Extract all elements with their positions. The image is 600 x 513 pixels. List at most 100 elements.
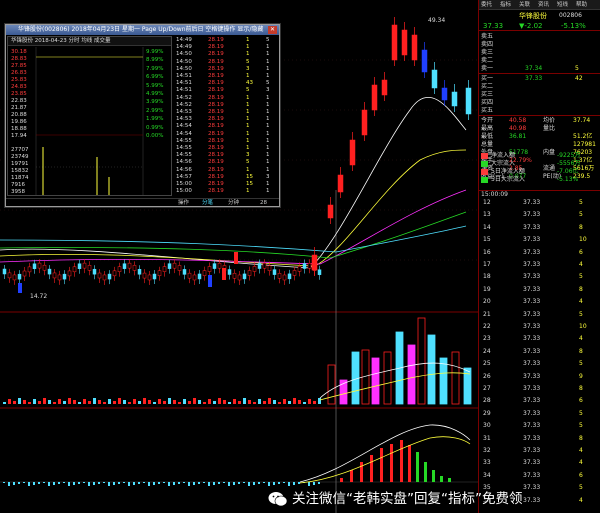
tick-row: 17 37.33 4 — [479, 261, 600, 269]
tick-row: 30 37.33 5 — [479, 422, 600, 430]
macd-bar — [3, 482, 5, 483]
tick-price: 37.33 — [523, 397, 541, 405]
macd-bar — [98, 482, 100, 484]
volume-bar — [318, 398, 321, 404]
tick-volume: 4 — [579, 447, 583, 454]
candle-body — [32, 263, 37, 270]
volume-bar — [193, 398, 196, 404]
tick-time: 15 — [483, 236, 491, 244]
macd-bar — [273, 482, 275, 485]
order-level-label: 买三 — [481, 91, 494, 98]
macd-bar — [183, 482, 185, 483]
footer-tab-ops[interactable]: 操作 — [178, 199, 189, 208]
tick-volume: 5 — [579, 273, 583, 281]
volume-bar — [273, 400, 276, 404]
footer-tab-ticks[interactable]: 分笔 — [202, 199, 213, 208]
order-level-label: 买二 — [481, 83, 494, 90]
candle-body — [2, 268, 7, 275]
stock-title-row: 华锋股份 002806 — [479, 11, 600, 21]
volume-bar — [218, 398, 221, 404]
last-price: 37.33 — [483, 22, 504, 30]
candle-body — [272, 269, 277, 275]
tick-price: 37.33 — [523, 422, 541, 430]
price-change: ▼-2.02 — [519, 22, 543, 30]
volume-bar — [123, 400, 126, 404]
candle-body — [122, 263, 127, 269]
volume-bar — [38, 401, 41, 404]
volume-bar — [417, 317, 426, 405]
stat-row: 最高 40.98 量比 — [479, 125, 600, 133]
tick-row: 31 37.33 8 — [479, 435, 600, 443]
tick-time: 29 — [483, 409, 491, 417]
fund-flow-label: 5日大宗流入 — [491, 176, 525, 183]
macd-bar — [103, 482, 105, 483]
tick-volume: 5 — [579, 360, 583, 368]
popup-title[interactable]: 华锋股份(002806) 2018年04月23日 星期一 Page Up/Dow… — [6, 25, 279, 35]
menu-item[interactable]: 短线 — [557, 0, 568, 10]
menu-item[interactable]: 帮助 — [576, 0, 587, 10]
candle-body — [391, 24, 398, 61]
candle-body — [262, 262, 267, 269]
macd-bar — [208, 482, 210, 486]
candle-body — [317, 269, 322, 275]
min-price-label: 14.72 — [30, 293, 47, 300]
intraday-chart: 华锋股份 2018-04-23 分时 均线 成交量 30.18 28.83 27.8… — [7, 36, 172, 196]
menu-item[interactable]: 关联 — [519, 0, 530, 10]
volume-bar — [158, 399, 161, 404]
volume-bar — [313, 401, 316, 404]
price-change-pct: -5.13% — [561, 22, 586, 30]
volume-bar — [208, 399, 211, 404]
volume-bar — [3, 402, 6, 404]
stat-value: 40.98 — [509, 125, 527, 132]
tick-time: 21 — [483, 310, 491, 318]
volume-bar — [163, 401, 166, 404]
macd-bar — [28, 482, 30, 486]
fund-flow-row: 大宗流入 -5556万 — [479, 160, 600, 168]
candle-body — [17, 273, 22, 280]
volume-bar — [278, 402, 281, 404]
volume-bar — [198, 400, 201, 404]
intraday-popup-window[interactable]: 华锋股份(002806) 2018年04月23日 星期一 Page Up/Dow… — [5, 24, 280, 207]
candle-body — [197, 273, 202, 280]
flow-color-swatch — [481, 153, 488, 159]
volume-bar — [223, 400, 226, 404]
macd-bar — [193, 482, 195, 485]
macd-bar — [23, 482, 25, 483]
order-book-row: 卖二 — [479, 57, 600, 65]
order-level-label: 买一 — [481, 75, 494, 82]
fund-flow-row: 5日净流入额 -7.06亿 — [479, 168, 600, 176]
fund-flow-row: 5日大宗流入 -5.13% — [479, 176, 600, 184]
macd-bar — [8, 482, 10, 486]
footer-page-number: 28 — [260, 200, 267, 206]
macd-bar — [173, 482, 175, 485]
quote-panel: 委托 指标 关联 资讯 短线 帮助 华锋股份 002806 37.33 ▼-2.02 -5… — [478, 0, 600, 513]
macd-bar — [78, 482, 80, 484]
candle-body — [257, 263, 262, 269]
candle-body — [222, 268, 226, 280]
footer-tab-minutes[interactable]: 分钟 — [228, 199, 239, 208]
stat-label: 总量 — [481, 141, 494, 148]
candle-body — [302, 263, 307, 269]
macd-bar — [48, 482, 50, 486]
candle-body — [97, 272, 102, 279]
tick-row: 32 37.33 4 — [479, 447, 600, 455]
menu-item[interactable]: 委托 — [481, 0, 492, 10]
candle-body — [117, 266, 122, 272]
trade-detail-table[interactable]: 14:49 28.19 1 5 14:49 28.19 1 1 14:50 28.19 1 1 14:5… — [174, 36, 278, 196]
stat-value: 51.2亿 — [573, 133, 593, 140]
volume-bar — [203, 402, 206, 404]
order-level-volume: 42 — [575, 75, 583, 82]
tick-time: 17 — [483, 261, 491, 268]
ma-line — [0, 211, 467, 259]
volume-bar — [168, 398, 171, 404]
ticks-header-row: 15:00:09 — [479, 190, 600, 198]
tick-row: 16 37.33 6 — [479, 249, 600, 257]
trade-volume: 1 — [246, 188, 250, 195]
menu-item[interactable]: 指标 — [500, 0, 511, 10]
volume-bar — [233, 399, 236, 404]
tick-price: 37.33 — [523, 223, 541, 231]
close-icon[interactable]: ✕ — [268, 26, 277, 34]
volume-bar — [133, 399, 136, 404]
menu-item[interactable]: 资讯 — [538, 0, 549, 10]
macd-bar — [63, 482, 65, 483]
